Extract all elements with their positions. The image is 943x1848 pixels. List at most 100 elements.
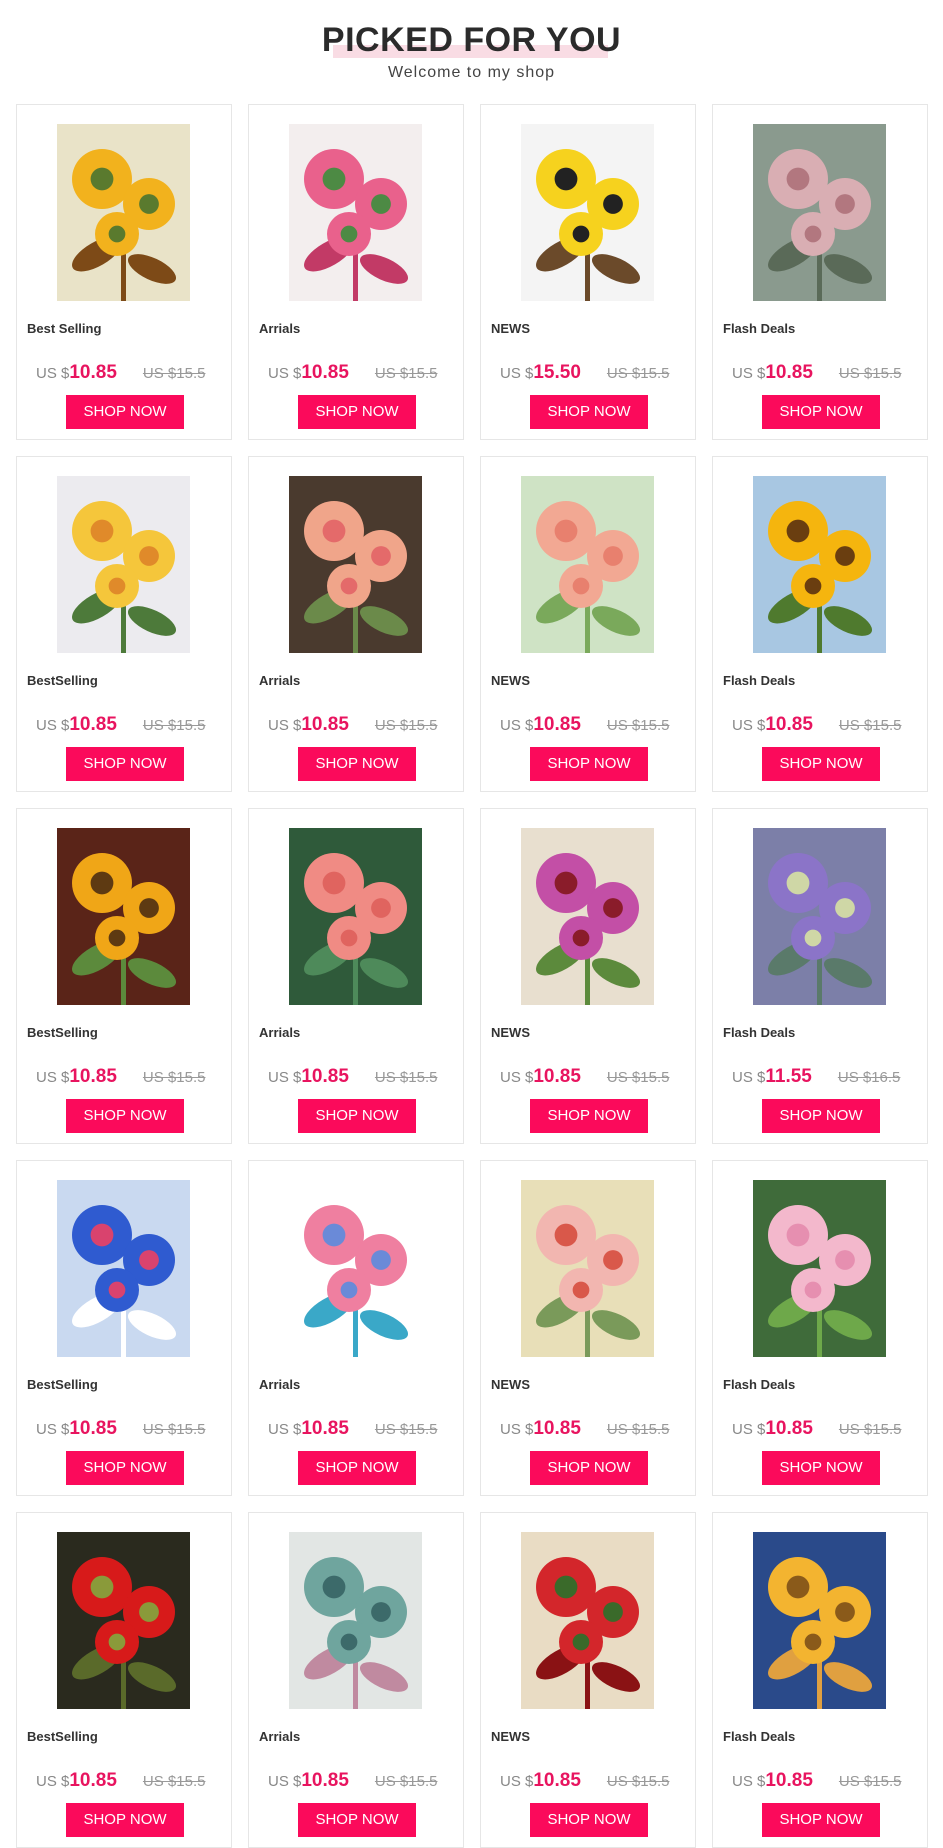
product-card[interactable]: Arrials US $10.85 US $15.5 SHOP NOW: [248, 1160, 464, 1496]
sale-price: 10.85: [69, 714, 117, 735]
product-category-label: Arrials: [259, 1377, 301, 1392]
shop-now-button[interactable]: SHOP NOW: [530, 395, 648, 429]
shop-now-button[interactable]: SHOP NOW: [530, 1803, 648, 1837]
shop-now-button[interactable]: SHOP NOW: [66, 1099, 184, 1133]
original-price: US $15.5: [606, 717, 670, 734]
product-category-label: BestSelling: [27, 1377, 98, 1392]
price-row: US $10.85 US $15.5: [36, 1770, 226, 1792]
sale-price: 10.85: [533, 1418, 581, 1439]
shop-now-button[interactable]: SHOP NOW: [762, 395, 880, 429]
product-card[interactable]: NEWS US $15.50 US $15.5 SHOP NOW: [480, 104, 696, 440]
product-category-label: Flash Deals: [723, 673, 796, 688]
product-card[interactable]: BestSelling US $10.85 US $15.5 SHOP NOW: [16, 456, 232, 792]
currency-label: US $: [500, 1773, 534, 1790]
product-card[interactable]: NEWS US $10.85 US $15.5 SHOP NOW: [480, 456, 696, 792]
original-price: US $15.5: [374, 1069, 438, 1086]
shop-now-button[interactable]: SHOP NOW: [530, 747, 648, 781]
product-card[interactable]: Flash Deals US $10.85 US $15.5 SHOP NOW: [712, 104, 928, 440]
original-price: US $16.5: [837, 1069, 901, 1086]
currency-label: US $: [36, 717, 70, 734]
product-image[interactable]: [521, 476, 654, 653]
product-category-label: NEWS: [491, 321, 530, 336]
price-row: US $10.85 US $15.5: [500, 1770, 690, 1792]
shop-now-button[interactable]: SHOP NOW: [762, 747, 880, 781]
product-image[interactable]: [289, 124, 422, 301]
shop-now-button[interactable]: SHOP NOW: [66, 747, 184, 781]
shop-now-button[interactable]: SHOP NOW: [66, 1451, 184, 1485]
product-card[interactable]: Flash Deals US $10.85 US $15.5 SHOP NOW: [712, 1160, 928, 1496]
section-subtitle: Welcome to my shop: [387, 64, 556, 81]
product-card[interactable]: Arrials US $10.85 US $15.5 SHOP NOW: [248, 456, 464, 792]
product-image[interactable]: [521, 124, 654, 301]
product-category-label: Arrials: [259, 1025, 301, 1040]
shop-now-button[interactable]: SHOP NOW: [530, 1099, 648, 1133]
shop-now-button[interactable]: SHOP NOW: [298, 1099, 416, 1133]
product-card[interactable]: NEWS US $10.85 US $15.5 SHOP NOW: [480, 1512, 696, 1848]
shop-now-button[interactable]: SHOP NOW: [762, 1099, 880, 1133]
product-card[interactable]: BestSelling US $10.85 US $15.5 SHOP NOW: [16, 808, 232, 1144]
product-image[interactable]: [521, 1180, 654, 1357]
product-image[interactable]: [521, 1532, 654, 1709]
sale-price: 10.85: [301, 1770, 349, 1791]
product-card[interactable]: BestSelling US $10.85 US $15.5 SHOP NOW: [16, 1512, 232, 1848]
shop-now-button[interactable]: SHOP NOW: [762, 1451, 880, 1485]
sale-price: 15.50: [533, 362, 581, 383]
product-card[interactable]: BestSelling US $10.85 US $15.5 SHOP NOW: [16, 1160, 232, 1496]
shop-now-button[interactable]: SHOP NOW: [66, 395, 184, 429]
currency-label: US $: [268, 717, 302, 734]
product-image[interactable]: [289, 1180, 422, 1357]
shop-now-button[interactable]: SHOP NOW: [298, 1451, 416, 1485]
sale-price: 10.85: [69, 1418, 117, 1439]
currency-label: US $: [500, 1069, 534, 1086]
product-image[interactable]: [753, 1532, 886, 1709]
price-row: US $10.85 US $15.5: [500, 714, 690, 736]
product-image[interactable]: [289, 828, 422, 1005]
product-card[interactable]: NEWS US $10.85 US $15.5 SHOP NOW: [480, 808, 696, 1144]
product-card[interactable]: Arrials US $10.85 US $15.5 SHOP NOW: [248, 104, 464, 440]
sale-price: 10.85: [765, 1770, 813, 1791]
product-category-label: Flash Deals: [723, 321, 796, 336]
currency-label: US $: [268, 1069, 302, 1086]
original-price: US $15.5: [142, 1421, 206, 1438]
product-card[interactable]: Flash Deals US $10.85 US $15.5 SHOP NOW: [712, 456, 928, 792]
product-image[interactable]: [521, 828, 654, 1005]
shop-now-button[interactable]: SHOP NOW: [66, 1803, 184, 1837]
product-image[interactable]: [57, 828, 190, 1005]
original-price: US $15.5: [374, 1773, 438, 1790]
price-row: US $10.85 US $15.5: [500, 1418, 690, 1440]
product-image[interactable]: [289, 476, 422, 653]
product-card[interactable]: Best Selling US $10.85 US $15.5 SHOP NOW: [16, 104, 232, 440]
currency-label: US $: [732, 1069, 766, 1086]
shop-now-button[interactable]: SHOP NOW: [298, 395, 416, 429]
currency-label: US $: [500, 1421, 534, 1438]
shop-now-button[interactable]: SHOP NOW: [298, 747, 416, 781]
product-image[interactable]: [57, 476, 190, 653]
original-price: US $15.5: [374, 365, 438, 382]
product-card[interactable]: NEWS US $10.85 US $15.5 SHOP NOW: [480, 1160, 696, 1496]
product-image[interactable]: [289, 1532, 422, 1709]
price-row: US $10.85 US $15.5: [36, 1418, 226, 1440]
product-card[interactable]: Flash Deals US $10.85 US $15.5 SHOP NOW: [712, 1512, 928, 1848]
original-price: US $15.5: [838, 1421, 902, 1438]
product-image[interactable]: [753, 828, 886, 1005]
product-category-label: BestSelling: [27, 673, 98, 688]
product-image[interactable]: [753, 1180, 886, 1357]
product-image[interactable]: [57, 1180, 190, 1357]
product-category-label: Flash Deals: [723, 1377, 796, 1392]
product-image[interactable]: [753, 124, 886, 301]
sale-price: 11.55: [765, 1066, 812, 1087]
shop-now-button[interactable]: SHOP NOW: [530, 1451, 648, 1485]
shop-now-button[interactable]: SHOP NOW: [762, 1803, 880, 1837]
product-card[interactable]: Arrials US $10.85 US $15.5 SHOP NOW: [248, 1512, 464, 1848]
product-image[interactable]: [57, 1532, 190, 1709]
price-row: US $10.85 US $15.5: [36, 714, 226, 736]
product-image[interactable]: [57, 124, 190, 301]
product-card[interactable]: Arrials US $10.85 US $15.5 SHOP NOW: [248, 808, 464, 1144]
product-image[interactable]: [753, 476, 886, 653]
price-row: US $10.85 US $15.5: [732, 1770, 922, 1792]
price-row: US $10.85 US $15.5: [732, 362, 922, 384]
sale-price: 10.85: [765, 1418, 813, 1439]
price-row: US $10.85 US $15.5: [500, 1066, 690, 1088]
shop-now-button[interactable]: SHOP NOW: [298, 1803, 416, 1837]
product-card[interactable]: Flash Deals US $11.55 US $16.5 SHOP NOW: [712, 808, 928, 1144]
